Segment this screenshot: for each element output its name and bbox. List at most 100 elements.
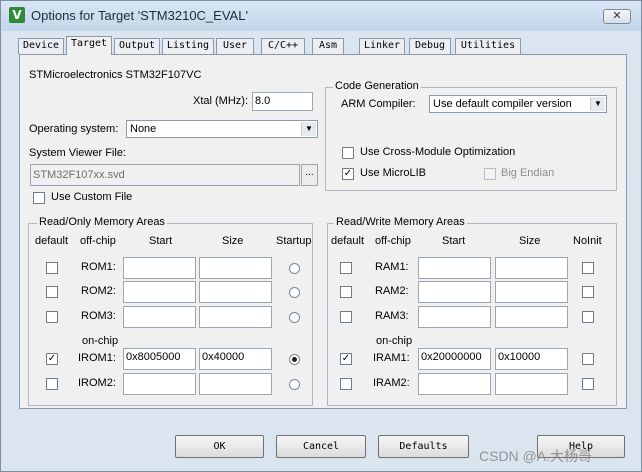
tab-linker[interactable]: Linker [359, 38, 405, 54]
iram2-default-checkbox[interactable] [340, 378, 352, 390]
rw-header-start: Start [442, 235, 466, 247]
os-label: Operating system: [29, 123, 119, 135]
cross-module-optimization-label: Use Cross-Module Optimization [360, 146, 516, 158]
ram1-start-input[interactable] [418, 257, 491, 279]
use-microlib-label: Use MicroLIB [360, 167, 427, 179]
ram3-label: RAM3: [375, 310, 409, 322]
ram2-start-input[interactable] [418, 281, 491, 303]
options-dialog: V Options for Target 'STM3210C_EVAL' ✕ D… [0, 0, 642, 472]
svd-label: System Viewer File: [29, 147, 126, 159]
tab-user[interactable]: User [216, 38, 254, 54]
ok-button[interactable]: OK [175, 435, 264, 458]
rom3-startup-radio[interactable] [289, 312, 300, 323]
rom2-startup-radio[interactable] [289, 287, 300, 298]
ram1-default-checkbox[interactable] [340, 262, 352, 274]
iram1-start-input[interactable]: 0x20000000 [418, 348, 491, 370]
os-select-value: None [130, 123, 157, 135]
rom3-default-checkbox[interactable] [46, 311, 58, 323]
irom1-label: IROM1: [78, 352, 116, 364]
iram1-size-input[interactable]: 0x10000 [495, 348, 568, 370]
use-microlib-checkbox[interactable]: ✓ [342, 168, 354, 180]
irom2-startup-radio[interactable] [289, 379, 300, 390]
defaults-button[interactable]: Defaults [378, 435, 469, 458]
rw-header-default: default [331, 235, 365, 247]
ro-header-startup: Startup [276, 235, 312, 247]
svd-file-input[interactable]: STM32F107xx.svd [30, 164, 300, 186]
irom2-default-checkbox[interactable] [46, 378, 58, 390]
use-custom-file-label: Use Custom File [51, 191, 133, 203]
xtal-input[interactable]: 8.0 [252, 92, 313, 111]
chevron-down-icon: ▼ [301, 122, 316, 136]
xtal-label: Xtal (MHz): [193, 95, 248, 107]
cross-module-optimization-checkbox[interactable] [342, 147, 354, 159]
big-endian-checkbox[interactable] [484, 168, 496, 180]
irom1-default-checkbox[interactable]: ✓ [46, 353, 58, 365]
rom3-size-input[interactable] [199, 306, 272, 328]
ram2-noinit-checkbox[interactable] [582, 286, 594, 298]
iram1-label: IRAM1: [373, 352, 410, 364]
chevron-down-icon: ▼ [590, 97, 605, 111]
irom1-start-input[interactable]: 0x8005000 [123, 348, 196, 370]
rom2-start-input[interactable] [123, 281, 196, 303]
iram2-start-input[interactable] [418, 373, 491, 395]
rom2-default-checkbox[interactable] [46, 286, 58, 298]
iram2-noinit-checkbox[interactable] [582, 378, 594, 390]
ram3-noinit-checkbox[interactable] [582, 311, 594, 323]
ro-header-default: default [35, 235, 69, 247]
ram1-noinit-checkbox[interactable] [582, 262, 594, 274]
arm-compiler-value: Use default compiler version [433, 98, 572, 110]
iram1-default-checkbox[interactable]: ✓ [340, 353, 352, 365]
rw-header-noinit: NoInit [573, 235, 602, 247]
svd-browse-button[interactable]: ... [301, 164, 318, 186]
rom1-default-checkbox[interactable] [46, 262, 58, 274]
ro-memory-title: Read/Only Memory Areas [37, 216, 167, 228]
rw-onchip-label: on-chip [376, 335, 413, 347]
code-generation-title: Code Generation [333, 80, 421, 92]
tab-utilities[interactable]: Utilities [455, 38, 521, 54]
tab-asm[interactable]: Asm [312, 38, 344, 54]
radio-selected-dot [292, 357, 297, 362]
arm-compiler-label: ARM Compiler: [341, 98, 416, 110]
ro-onchip-label: on-chip [82, 335, 119, 347]
tab-listing[interactable]: Listing [162, 38, 214, 54]
title-bar: V Options for Target 'STM3210C_EVAL' ✕ [1, 1, 641, 31]
cancel-button[interactable]: Cancel [276, 435, 366, 458]
ram1-size-input[interactable] [495, 257, 568, 279]
tab-target[interactable]: Target [66, 36, 112, 55]
rom1-startup-radio[interactable] [289, 263, 300, 274]
tab-c-cpp[interactable]: C/C++ [261, 38, 305, 54]
irom1-startup-radio[interactable] [289, 354, 300, 365]
arm-compiler-select[interactable]: Use default compiler version ▼ [429, 95, 607, 113]
irom1-size-input[interactable]: 0x40000 [199, 348, 272, 370]
ram2-default-checkbox[interactable] [340, 286, 352, 298]
iram2-label: IRAM2: [373, 377, 410, 389]
keil-uvision-icon: V [9, 7, 25, 23]
ro-header-start: Start [149, 235, 173, 247]
use-custom-file-checkbox[interactable] [33, 192, 45, 204]
os-select[interactable]: None ▼ [126, 120, 318, 138]
ram3-default-checkbox[interactable] [340, 311, 352, 323]
rom3-start-input[interactable] [123, 306, 196, 328]
rom1-start-input[interactable] [123, 257, 196, 279]
ram1-label: RAM1: [375, 261, 409, 273]
tab-device[interactable]: Device [18, 38, 64, 54]
tab-debug[interactable]: Debug [409, 38, 451, 54]
ro-header-offchip: off-chip [80, 235, 116, 247]
rw-header-size: Size [519, 235, 541, 247]
close-button[interactable]: ✕ [603, 9, 631, 24]
rom2-size-input[interactable] [199, 281, 272, 303]
rw-memory-title: Read/Write Memory Areas [334, 216, 467, 228]
rom1-size-input[interactable] [199, 257, 272, 279]
ram2-size-input[interactable] [495, 281, 568, 303]
tab-output[interactable]: Output [114, 38, 160, 54]
iram2-size-input[interactable] [495, 373, 568, 395]
ram3-start-input[interactable] [418, 306, 491, 328]
irom2-size-input[interactable] [199, 373, 272, 395]
irom2-start-input[interactable] [123, 373, 196, 395]
ram3-size-input[interactable] [495, 306, 568, 328]
device-name: STMicroelectronics STM32F107VC [29, 69, 202, 81]
window-title: Options for Target 'STM3210C_EVAL' [31, 8, 248, 23]
ram2-label: RAM2: [375, 285, 409, 297]
iram1-noinit-checkbox[interactable] [582, 353, 594, 365]
big-endian-label: Big Endian [501, 167, 555, 179]
